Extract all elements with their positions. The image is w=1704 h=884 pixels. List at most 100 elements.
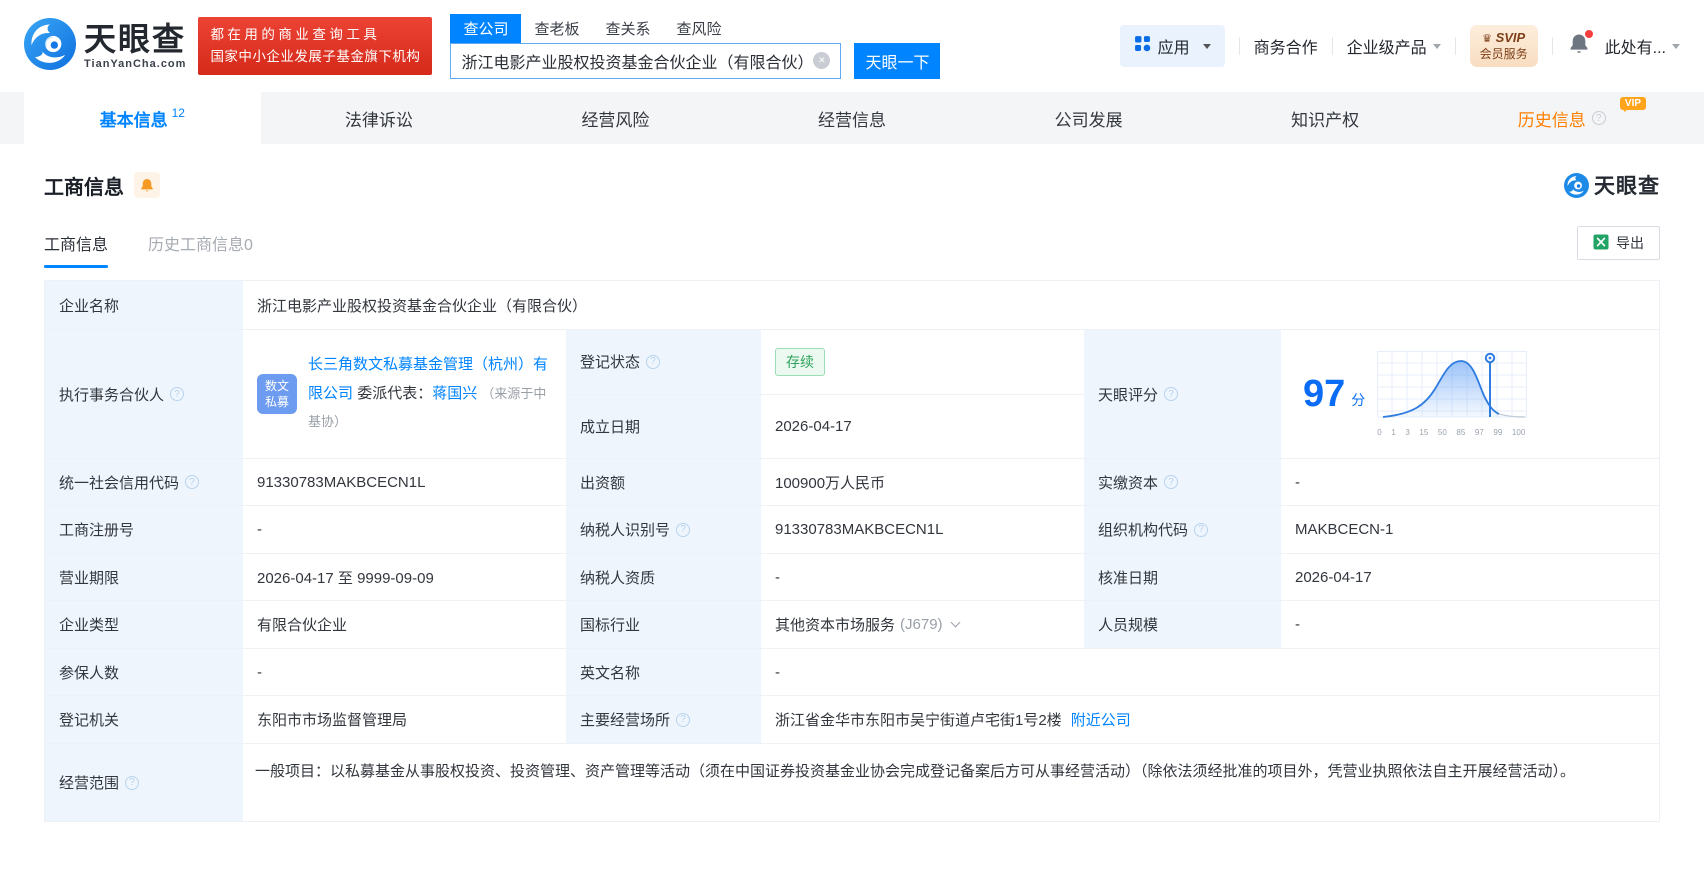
rep-label: 委派代表： xyxy=(357,384,433,402)
search-tab-boss[interactable]: 查老板 xyxy=(521,14,592,43)
company-name-label: 企业名称 xyxy=(45,281,243,329)
establish-date-value: 2026-04-17 xyxy=(775,417,852,435)
tab-operating-info[interactable]: 经营信息 xyxy=(734,92,971,144)
business-term-label: 营业期限 xyxy=(45,554,243,600)
help-icon[interactable] xyxy=(125,775,140,790)
tab-history-info[interactable]: 历史信息 VIP xyxy=(1443,92,1680,144)
help-icon[interactable] xyxy=(1591,111,1606,125)
tianyancha-logo-icon xyxy=(24,17,76,75)
tab-basic-info[interactable]: 基本信息 12 xyxy=(24,92,261,144)
tab-legal-proceedings[interactable]: 法律诉讼 xyxy=(261,92,498,144)
help-icon[interactable] xyxy=(676,522,691,537)
subtab-business-info[interactable]: 工商信息 xyxy=(44,231,109,268)
score-unit: 分 xyxy=(1351,392,1366,408)
notification-dot xyxy=(1584,29,1593,38)
table-row: 登记机关 东阳市市场监督管理局 主要经营场所 浙江省金华市东阳市吴宁街道卢宅街1… xyxy=(45,696,1659,744)
divider xyxy=(1454,37,1456,55)
search-tab-risk[interactable]: 查风险 xyxy=(663,14,734,43)
search-input[interactable]: 浙江电影产业股权投资基金合伙企业（有限合伙） xyxy=(450,42,842,79)
top-header: 天眼查 TianYanCha.com 都在用的商业查询工具 国家中小企业发展子基… xyxy=(0,0,1704,92)
establish-date-label: 成立日期 xyxy=(566,394,761,458)
table-row: 登记状态 存续 xyxy=(566,330,1084,395)
table-row: 企业名称 浙江电影产业股权投资基金合伙企业（有限合伙） xyxy=(45,281,1659,330)
company-type-value: 有限合伙企业 xyxy=(257,617,348,634)
nearby-companies-link[interactable]: 附近公司 xyxy=(1071,709,1131,730)
registration-number-value: - xyxy=(257,521,262,538)
company-type-label: 企业类型 xyxy=(45,601,243,648)
english-name-label: 英文名称 xyxy=(566,649,761,695)
score-number: 97 xyxy=(1303,373,1346,415)
table-row: 营业期限 2026-04-17 至 9999-09-09 纳税人资质 - 核准日… xyxy=(45,554,1659,601)
table-row: 成立日期 2026-04-17 xyxy=(566,394,1084,458)
industry-label: 国标行业 xyxy=(566,601,761,648)
taxpayer-id-value: 91330783MAKBCECN1L xyxy=(775,521,944,538)
search-tab-relation[interactable]: 查关系 xyxy=(592,14,663,43)
svip-member-button[interactable]: ♛ SVIP 会员服务 xyxy=(1469,25,1538,67)
help-icon[interactable] xyxy=(1164,387,1179,401)
search-tab-company[interactable]: 查公司 xyxy=(450,13,522,43)
registration-status-value: 存续 xyxy=(761,330,1084,394)
chevron-down-icon xyxy=(1202,44,1211,53)
executive-partner-label: 执行事务合伙人 xyxy=(45,330,243,458)
vip-badge: VIP xyxy=(1619,97,1647,112)
taxpayer-quality-label: 纳税人资质 xyxy=(566,554,761,600)
subscribe-bell-icon[interactable] xyxy=(134,172,160,198)
header-right-nav: 应用 商务合作 企业级产品 ♛ SVIP 会员服务 此处有... xyxy=(1119,25,1680,67)
enterprise-products-menu[interactable]: 企业级产品 xyxy=(1347,34,1441,58)
approval-date-value: 2026-04-17 xyxy=(1295,568,1372,586)
company-nav-tabs: 基本信息 12 法律诉讼 经营风险 经营信息 公司发展 知识产权 历史信息 VI… xyxy=(0,92,1704,144)
registration-authority-label: 登记机关 xyxy=(45,696,243,743)
registration-authority-value: 东阳市市场监督管理局 xyxy=(257,712,408,729)
tab-operating-risk[interactable]: 经营风险 xyxy=(497,92,734,144)
promo-line2: 国家中小企业发展子基金旗下机构 xyxy=(210,49,421,64)
staff-size-value: - xyxy=(1295,616,1300,633)
tab-company-development[interactable]: 公司发展 xyxy=(970,92,1207,144)
industry-code: (J679) xyxy=(900,616,943,633)
company-name-value: 浙江电影产业股权投资基金合伙企业（有限合伙） xyxy=(257,297,588,315)
tianyancha-logo[interactable]: 天眼查 TianYanCha.com xyxy=(24,17,187,75)
help-icon[interactable] xyxy=(1194,522,1209,537)
insured-count-label: 参保人数 xyxy=(45,649,243,695)
main-content: 工商信息 天眼查 工商信息 历史工商信息0 导出 企业名称 浙江电影产业股权投资… xyxy=(0,170,1704,822)
business-info-table: 企业名称 浙江电影产业股权投资基金合伙企业（有限合伙） 执行事务合伙人 数文 私… xyxy=(44,280,1660,822)
help-icon[interactable] xyxy=(646,354,661,369)
help-icon[interactable] xyxy=(170,387,185,401)
executive-partner-value: 数文 私募 长三角数文私募基金管理（杭州）有限公司 委派代表：蒋国兴 （来源于中… xyxy=(243,330,566,458)
business-cooperation-link[interactable]: 商务合作 xyxy=(1254,34,1318,58)
tyc-score-value: 97 分 0 1 3 15 50 85 97 99 100 xyxy=(1281,330,1659,458)
status-badge: 存续 xyxy=(775,347,825,376)
business-place-value: 浙江省金华市东阳市吴宁街道卢宅街1号2楼 附近公司 xyxy=(761,696,1659,743)
apps-menu[interactable]: 应用 xyxy=(1119,25,1225,67)
help-icon[interactable] xyxy=(676,712,691,727)
export-button[interactable]: 导出 xyxy=(1577,226,1660,260)
table-row: 企业类型 有限合伙企业 国标行业 其他资本市场服务 (J679) 人员规模 - xyxy=(45,601,1659,649)
tyc-score-label: 天眼评分 xyxy=(1084,330,1281,458)
chevron-down-icon xyxy=(1432,44,1441,53)
approval-date-label: 核准日期 xyxy=(1084,554,1281,600)
search-tabs: 查公司 查老板 查关系 查风险 xyxy=(450,13,940,43)
expand-chevron-icon[interactable] xyxy=(950,617,960,628)
staff-size-label: 人员规模 xyxy=(1084,601,1281,648)
chevron-down-icon xyxy=(1672,44,1680,53)
taxpayer-quality-value: - xyxy=(775,568,780,586)
apps-label: 应用 xyxy=(1157,40,1190,57)
promo-banner: 都在用的商业查询工具 国家中小企业发展子基金旗下机构 xyxy=(198,16,433,76)
rep-name-link[interactable]: 蒋国兴 xyxy=(432,385,477,402)
notifications-bell-icon[interactable] xyxy=(1569,29,1593,60)
capital-value: 100900万人民币 xyxy=(775,474,886,492)
insured-count-value: - xyxy=(257,663,262,681)
clear-search-icon[interactable] xyxy=(813,52,831,69)
registration-status-label: 登记状态 xyxy=(566,330,761,394)
watermark-logo: 天眼查 xyxy=(1564,170,1660,200)
paid-capital-label: 实缴资本 xyxy=(1084,459,1281,505)
subtab-history-business-info[interactable]: 历史工商信息0 xyxy=(148,231,253,255)
help-icon[interactable] xyxy=(185,475,200,489)
tab-intellectual-property[interactable]: 知识产权 xyxy=(1207,92,1444,144)
partner-avatar[interactable]: 数文 私募 xyxy=(257,374,297,414)
help-icon[interactable] xyxy=(1164,475,1179,489)
user-account-menu[interactable]: 此处有... xyxy=(1605,34,1680,58)
brand-domain: TianYanCha.com xyxy=(84,57,187,70)
credit-code-label: 统一社会信用代码 xyxy=(45,459,243,505)
search-button[interactable]: 天眼一下 xyxy=(854,42,941,79)
taxpayer-id-label: 纳税人识别号 xyxy=(566,506,761,553)
